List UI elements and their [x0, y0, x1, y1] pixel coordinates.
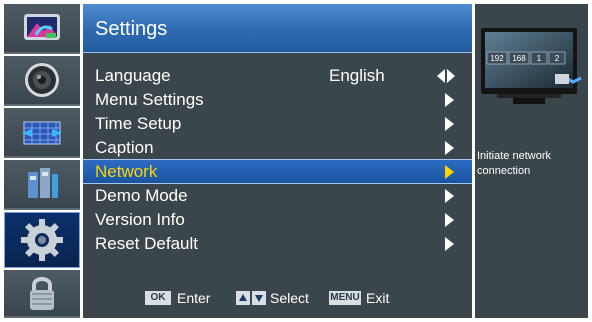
key-hint-footer: OK Enter Select MENU Exit [83, 287, 472, 311]
select-hint: Select [270, 290, 309, 306]
menu-item-menu-settings[interactable]: Menu Settings [83, 88, 472, 112]
page-title: Settings [95, 18, 168, 40]
category-settings[interactable] [4, 212, 80, 268]
category-audio[interactable] [4, 56, 80, 106]
up-arrow-key-icon [236, 291, 250, 305]
help-description: Initiate network connection [477, 150, 551, 177]
ip-octet-3: 1 [537, 54, 542, 63]
menu-item-time-setup[interactable]: Time Setup [83, 112, 472, 136]
menu-item-version-info[interactable]: Version Info [83, 208, 472, 232]
menu-item-label: Time Setup [95, 114, 182, 133]
menu-key-icon: MENU [329, 291, 361, 305]
menu-item-label: Caption [95, 138, 154, 157]
menu-item-label: Reset Default [95, 234, 198, 253]
menu-item-label: Version Info [95, 210, 185, 229]
gear-icon [21, 219, 63, 261]
enter-hint: Enter [177, 290, 211, 306]
chevron-right-icon [445, 117, 454, 131]
menu-item-demo-mode[interactable]: Demo Mode [83, 184, 472, 208]
menu-item-reset-default[interactable]: Reset Default [83, 232, 472, 256]
ip-octet-4: 2 [555, 54, 560, 63]
network-tv-illustration: 192 168 1 2 [477, 22, 582, 112]
menu-item-caption[interactable]: Caption [83, 136, 472, 160]
menu-item-language[interactable]: Language English [83, 64, 472, 88]
menu-item-label: Language [95, 66, 171, 85]
chevron-right-icon [445, 189, 454, 203]
menu-item-network[interactable]: Network [83, 159, 472, 184]
speaker-icon [25, 63, 59, 97]
satellite-dish-icon [22, 121, 62, 145]
chevron-right-icon [445, 237, 454, 251]
menu-title-bar: Settings [83, 4, 472, 53]
category-lock[interactable] [4, 270, 80, 318]
chevron-right-icon [445, 93, 454, 107]
settings-menu-panel: Settings Language English Menu Settings … [83, 4, 472, 318]
menu-item-label: Demo Mode [95, 186, 188, 205]
category-sidebar [4, 4, 80, 318]
source-icon [28, 168, 58, 198]
left-right-arrow-icon [437, 69, 455, 83]
category-picture[interactable] [4, 4, 80, 54]
tv-settings-screen: Settings Language English Menu Settings … [0, 0, 592, 322]
chevron-right-icon [445, 165, 454, 179]
menu-item-value: English [329, 66, 385, 85]
menu-item-label: Network [95, 162, 158, 181]
ip-octet-1: 192 [490, 54, 504, 63]
down-arrow-key-icon [252, 291, 266, 305]
menu-item-label: Menu Settings [95, 90, 204, 109]
exit-hint: Exit [366, 290, 390, 306]
category-input[interactable] [4, 160, 80, 210]
padlock-icon [30, 277, 54, 310]
ip-octet-2: 168 [512, 54, 526, 63]
chevron-right-icon [445, 213, 454, 227]
chevron-right-icon [445, 141, 454, 155]
category-channel[interactable] [4, 108, 80, 158]
picture-icon [24, 14, 60, 40]
help-panel: 192 168 1 2 Initiate network connection [475, 4, 588, 318]
ok-key-icon: OK [145, 291, 171, 305]
